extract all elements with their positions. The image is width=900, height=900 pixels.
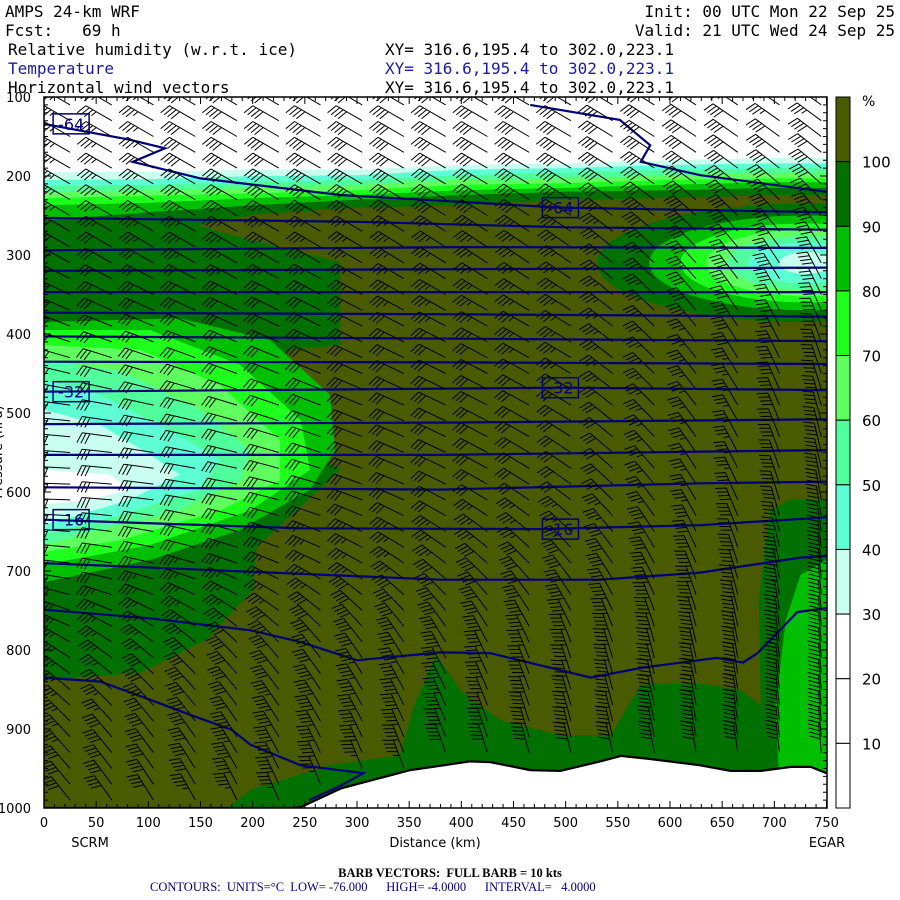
colorbar-bin	[835, 290, 851, 357]
colorbar-tick-label: 20	[862, 671, 881, 689]
y-axis-title: Pressure (hPa)	[0, 405, 6, 498]
colorbar-bin	[835, 484, 851, 550]
contour-label: -16	[547, 520, 573, 539]
x-tick-label: 250	[292, 816, 317, 831]
y-tick-label: 900	[6, 723, 31, 738]
colorbar-tick-label: 100	[862, 154, 891, 172]
colorbar-tick-label: 80	[862, 283, 881, 301]
x-tick-label: 500	[553, 816, 578, 831]
colorbar-tick-label: 30	[862, 606, 881, 624]
y-tick-label: 400	[6, 328, 31, 343]
x-tick-label: 750	[814, 816, 839, 831]
y-tick-label: 700	[6, 565, 31, 580]
y-tick-label: 100	[6, 91, 31, 106]
x-tick-label: 450	[501, 816, 526, 831]
colorbar-bin	[835, 355, 851, 421]
colorbar-bin	[835, 225, 851, 292]
colorbar-bin	[835, 161, 851, 227]
colorbar-tick-label: 10	[862, 735, 881, 753]
colorbar-tick-label: 40	[862, 541, 881, 559]
x-tick-label: 400	[449, 816, 474, 831]
contour-label: -32	[547, 379, 573, 398]
end-station-label: EGAR	[809, 836, 845, 851]
barb-legend: BARB VECTORS: FULL BARB = 10 kts	[338, 866, 562, 880]
colorbar-bin	[835, 742, 851, 809]
x-tick-label: 550	[605, 816, 630, 831]
x-axis-title: Distance (km)	[389, 836, 480, 851]
contour-legend: CONTOURS: UNITS=°C LOW= -76.000 HIGH= -4…	[150, 880, 596, 894]
colorbar-tick-label: 70	[862, 348, 881, 366]
x-tick-label: 200	[240, 816, 265, 831]
y-tick-label: 300	[6, 249, 31, 264]
x-tick-label: 350	[397, 816, 422, 831]
x-tick-label: 0	[40, 816, 48, 831]
x-tick-label: 150	[188, 816, 213, 831]
x-tick-label: 300	[345, 816, 370, 831]
y-tick-label: 800	[6, 644, 31, 659]
x-tick-label: 50	[88, 816, 105, 831]
x-tick-label: 650	[710, 816, 735, 831]
colorbar-bin	[835, 678, 851, 744]
x-tick-label: 700	[762, 816, 787, 831]
cross-section-chart: -64 -64 -32 -32 -16 -16 0 50 100 150 200 250 300 350…	[0, 91, 891, 851]
cross-section-figure: AMPS 24-km WRF Fcst: 69 h Init: 00 UTC M…	[0, 0, 900, 900]
colorbar-bin	[835, 548, 851, 615]
x-tick-label: 100	[136, 816, 161, 831]
colorbar-tick-label: 90	[862, 218, 881, 236]
contour-label: -64	[58, 115, 84, 134]
colorbar-bin	[835, 613, 851, 680]
y-tick-label: 200	[6, 170, 31, 185]
y-tick-label: 1000	[0, 802, 31, 817]
start-station-label: SCRM	[71, 836, 109, 851]
colorbar: % 100 90 80 70 60 50 40 30 20 10	[835, 94, 891, 809]
contour-label: -32	[58, 383, 84, 402]
contour-label: -64	[547, 199, 573, 218]
colorbar-unit: %	[862, 94, 875, 110]
colorbar-tick-label: 50	[862, 477, 881, 495]
x-tick-label: 600	[658, 816, 683, 831]
y-tick-label: 600	[6, 486, 31, 501]
contour-label: -16	[58, 511, 84, 530]
colorbar-bin	[835, 419, 851, 486]
y-tick-label: 500	[6, 407, 31, 422]
colorbar-bin	[835, 96, 851, 163]
colorbar-tick-label: 60	[862, 412, 881, 430]
